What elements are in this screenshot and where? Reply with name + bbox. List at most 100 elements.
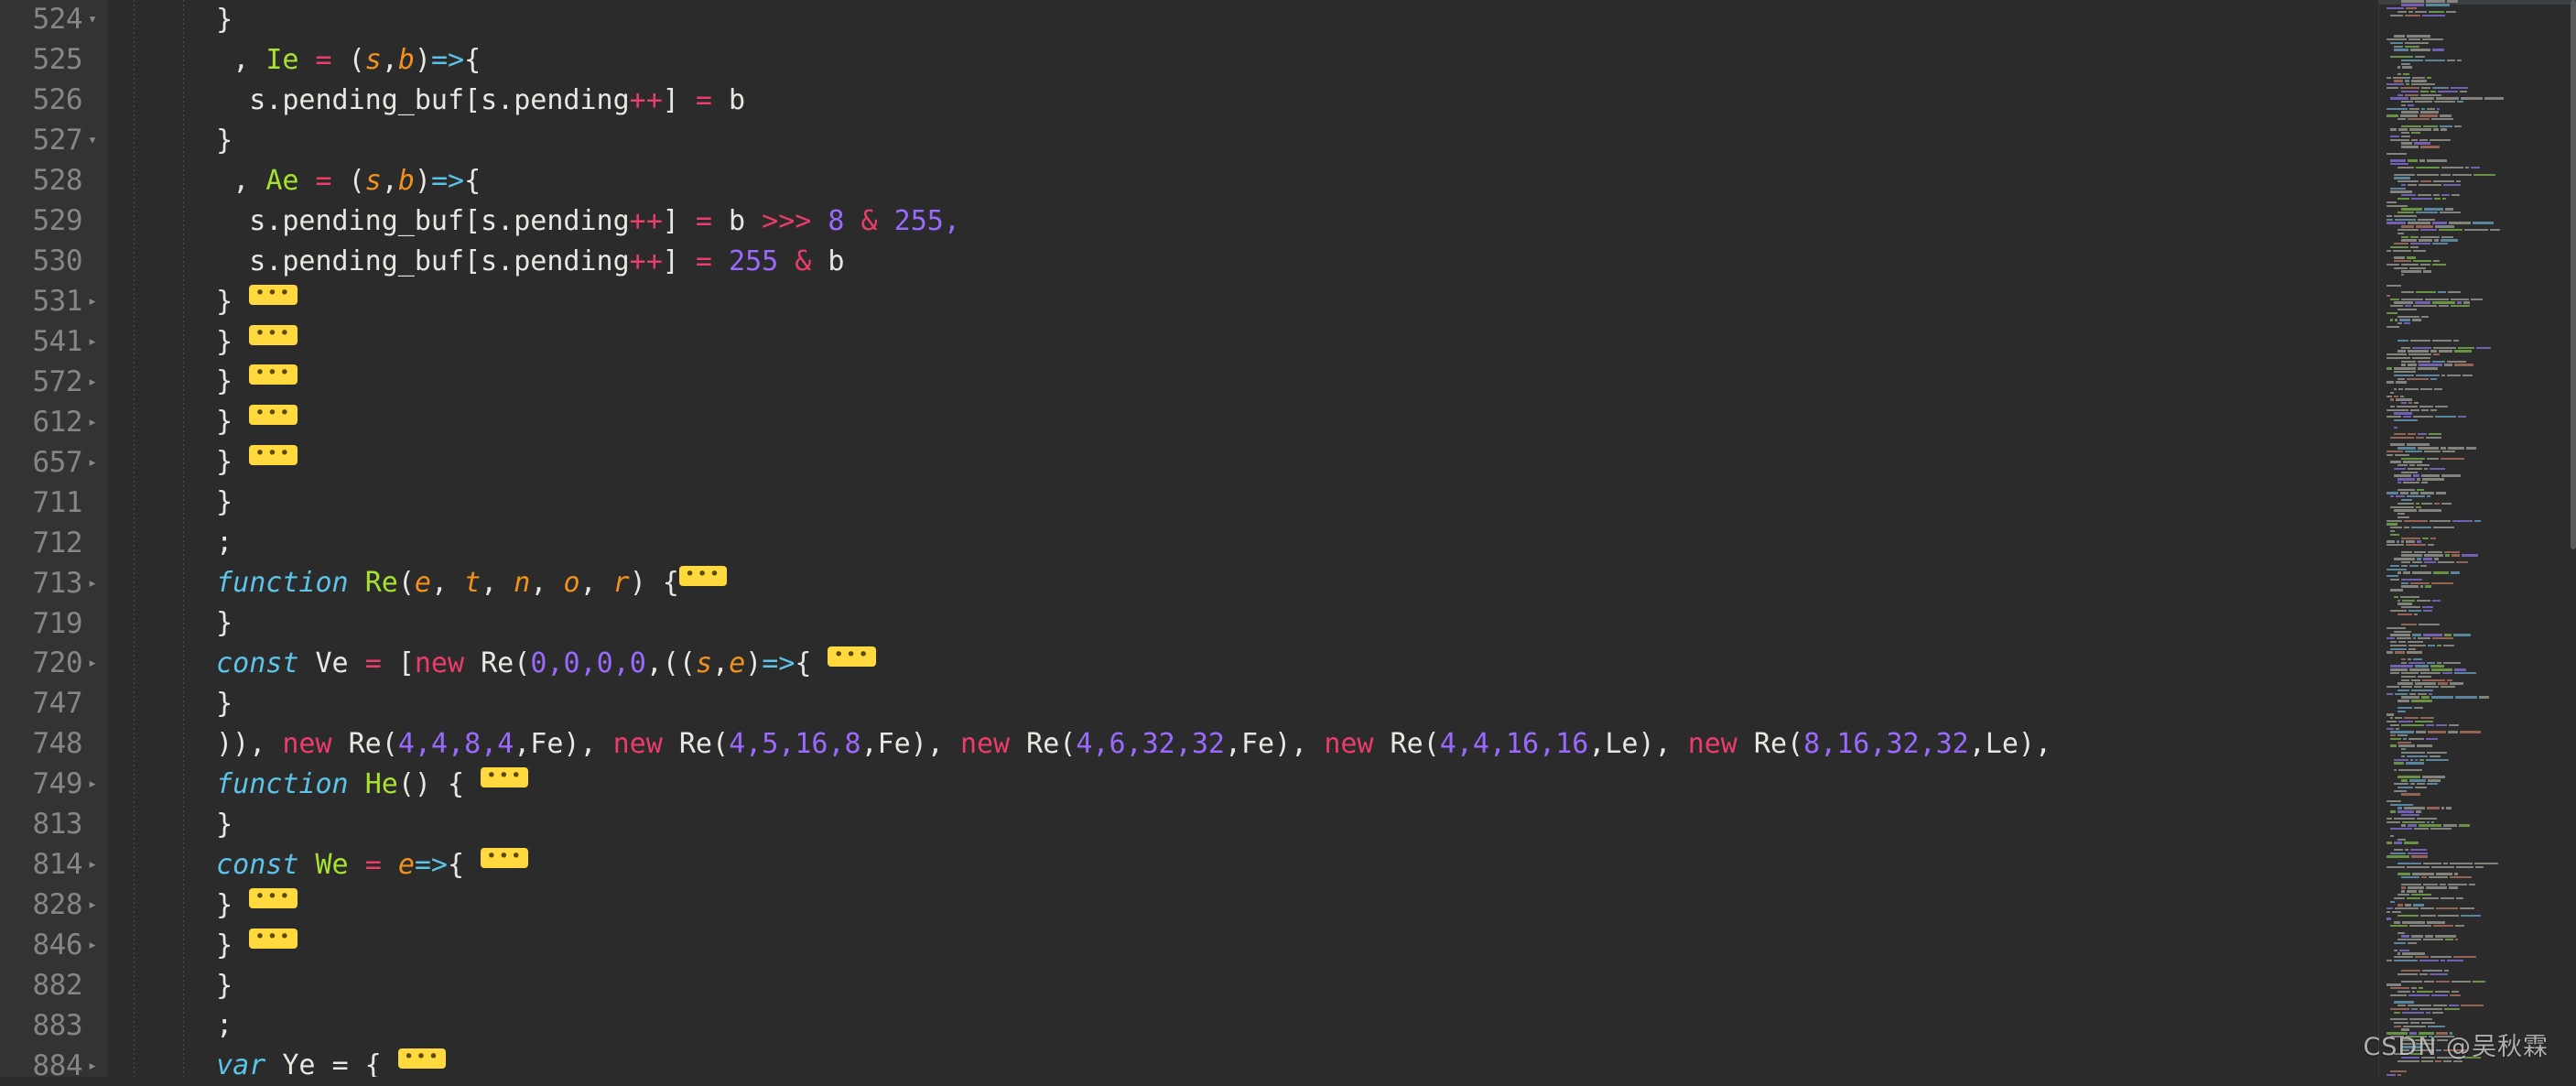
gutter-row[interactable]: 711 [0, 483, 108, 523]
code-line[interactable]: } [183, 603, 2051, 644]
minimap-token [2408, 853, 2428, 854]
code-editing-area[interactable]: } , Ie = (s,b)=>{ s.pending_buf[s.pendin… [108, 0, 2378, 1077]
gutter-row[interactable]: 719 [0, 603, 108, 644]
code-line[interactable]: } ••• [183, 282, 2051, 322]
gutter-row[interactable]: 828▸ [0, 885, 108, 926]
fold-expand-icon[interactable]: ▸ [82, 938, 103, 953]
folded-code-chip[interactable]: ••• [249, 285, 297, 305]
code-line[interactable]: } [183, 121, 2051, 161]
fold-expand-icon[interactable]: ▸ [82, 656, 103, 671]
gutter-row[interactable]: 712 [0, 523, 108, 563]
minimap-scrollbar[interactable] [2571, 0, 2576, 1077]
gutter-row[interactable]: 528 [0, 161, 108, 201]
code-line[interactable]: function Re(e, t, n, o, r) {••• [183, 563, 2051, 603]
gutter-row[interactable]: 846▸ [0, 926, 108, 966]
code-line[interactable]: ; [183, 1005, 2051, 1046]
code-line[interactable]: s.pending_buf[s.pending++] = b [183, 81, 2051, 121]
code-line[interactable]: } ••• [183, 322, 2051, 363]
gutter-row[interactable]: 657▸ [0, 442, 108, 483]
minimap-token [2419, 159, 2425, 161]
gutter-row[interactable]: 525 [0, 40, 108, 81]
code-line[interactable]: } ••• [183, 402, 2051, 442]
fold-collapse-icon[interactable]: ▾ [82, 133, 103, 148]
code-line[interactable]: } [183, 0, 2051, 40]
code-line[interactable]: } ••• [183, 362, 2051, 402]
gutter-row[interactable]: 524▾ [0, 0, 108, 40]
code-line[interactable]: ; [183, 523, 2051, 563]
code-line[interactable]: } [183, 805, 2051, 845]
gutter-row[interactable]: 527▾ [0, 121, 108, 161]
fold-expand-icon[interactable]: ▸ [82, 455, 103, 471]
minimap-token [2430, 538, 2436, 539]
code-line[interactable]: s.pending_buf[s.pending++] = 255 & b [183, 242, 2051, 282]
gutter-row[interactable]: 612▸ [0, 402, 108, 442]
code-line[interactable]: } [183, 966, 2051, 1006]
gutter-row[interactable]: 531▸ [0, 282, 108, 322]
gutter-row[interactable]: 749▸ [0, 765, 108, 805]
code-line[interactable]: } [183, 684, 2051, 724]
folded-code-chip[interactable]: ••• [481, 848, 528, 868]
fold-expand-icon[interactable]: ▸ [82, 897, 103, 913]
gutter-row[interactable]: 882 [0, 966, 108, 1006]
folded-code-chip[interactable]: ••• [249, 888, 297, 908]
gutter-row[interactable]: 529 [0, 201, 108, 242]
minimap[interactable] [2378, 0, 2576, 1077]
folded-code-chip[interactable]: ••• [249, 929, 297, 949]
gutter-row[interactable]: 572▸ [0, 362, 108, 402]
minimap-token [2394, 1012, 2400, 1014]
fold-expand-icon[interactable]: ▸ [82, 576, 103, 592]
code-token-punc: ; [216, 1009, 233, 1041]
minimap-token [2420, 915, 2436, 917]
folded-code-chip[interactable]: ••• [828, 646, 875, 667]
gutter-row[interactable]: 748 [0, 724, 108, 765]
minimap-token [2452, 174, 2472, 176]
code-line[interactable]: } ••• [183, 885, 2051, 926]
gutter-row[interactable]: 747 [0, 684, 108, 724]
gutter-row[interactable]: 541▸ [0, 322, 108, 363]
folded-code-chip[interactable]: ••• [481, 767, 528, 787]
gutter-row[interactable]: 814▸ [0, 845, 108, 885]
minimap-token [2433, 260, 2440, 262]
code-line[interactable]: function He() { ••• [183, 765, 2051, 805]
code-line[interactable]: } ••• [183, 926, 2051, 966]
minimap-line [2387, 322, 2572, 325]
code-line[interactable]: const Ve = [new Re(0,0,0,0,((s,e)=>{ ••• [183, 644, 2051, 684]
fold-expand-icon[interactable]: ▸ [82, 375, 103, 390]
code-line[interactable]: } ••• [183, 442, 2051, 483]
folded-code-chip[interactable]: ••• [249, 445, 297, 465]
fold-expand-icon[interactable]: ▸ [82, 294, 103, 310]
fold-collapse-icon[interactable]: ▾ [82, 12, 103, 27]
minimap-token [2390, 97, 2408, 99]
gutter-row[interactable]: 883 [0, 1005, 108, 1046]
gutter-row[interactable]: 530 [0, 242, 108, 282]
minimap-token [2394, 818, 2415, 820]
fold-expand-icon[interactable]: ▸ [82, 776, 103, 792]
fold-expand-icon[interactable]: ▸ [82, 857, 103, 873]
minimap-scroll-thumb[interactable] [2571, 0, 2576, 549]
gutter-row[interactable]: 813 [0, 805, 108, 845]
folded-code-chip[interactable]: ••• [398, 1048, 446, 1069]
code-line[interactable]: )), new Re(4,4,8,4,Fe), new Re(4,5,16,8,… [183, 724, 2051, 765]
folded-code-chip[interactable]: ••• [249, 405, 297, 425]
gutter-row[interactable]: 720▸ [0, 644, 108, 684]
folded-code-chip[interactable]: ••• [249, 364, 297, 385]
gutter-row[interactable]: 713▸ [0, 563, 108, 603]
fold-expand-icon[interactable]: ▸ [82, 1059, 103, 1074]
code-line[interactable]: var Ye = { ••• [183, 1046, 2051, 1077]
gutter-row[interactable]: 526 [0, 81, 108, 121]
code-line[interactable]: } [183, 483, 2051, 523]
minimap-line [2387, 436, 2572, 439]
code-line[interactable]: , Ie = (s,b)=>{ [183, 40, 2051, 81]
code-line[interactable]: s.pending_buf[s.pending++] = b >>> 8 & 2… [183, 201, 2051, 242]
minimap-token [2408, 184, 2417, 186]
minimap-token [2387, 87, 2398, 89]
code-line[interactable]: const We = e=>{ ••• [183, 845, 2051, 885]
gutter-row[interactable]: 884▸ [0, 1046, 108, 1086]
code-token-arrow: => [762, 647, 795, 679]
folded-code-chip[interactable]: ••• [679, 566, 727, 586]
code-line[interactable]: , Ae = (s,b)=>{ [183, 161, 2051, 201]
fold-expand-icon[interactable]: ▸ [82, 334, 103, 350]
folded-code-chip[interactable]: ••• [249, 325, 297, 345]
line-number-gutter[interactable]: 524▾525526527▾528529530531▸541▸572▸612▸6… [0, 0, 108, 1077]
fold-expand-icon[interactable]: ▸ [82, 415, 103, 430]
